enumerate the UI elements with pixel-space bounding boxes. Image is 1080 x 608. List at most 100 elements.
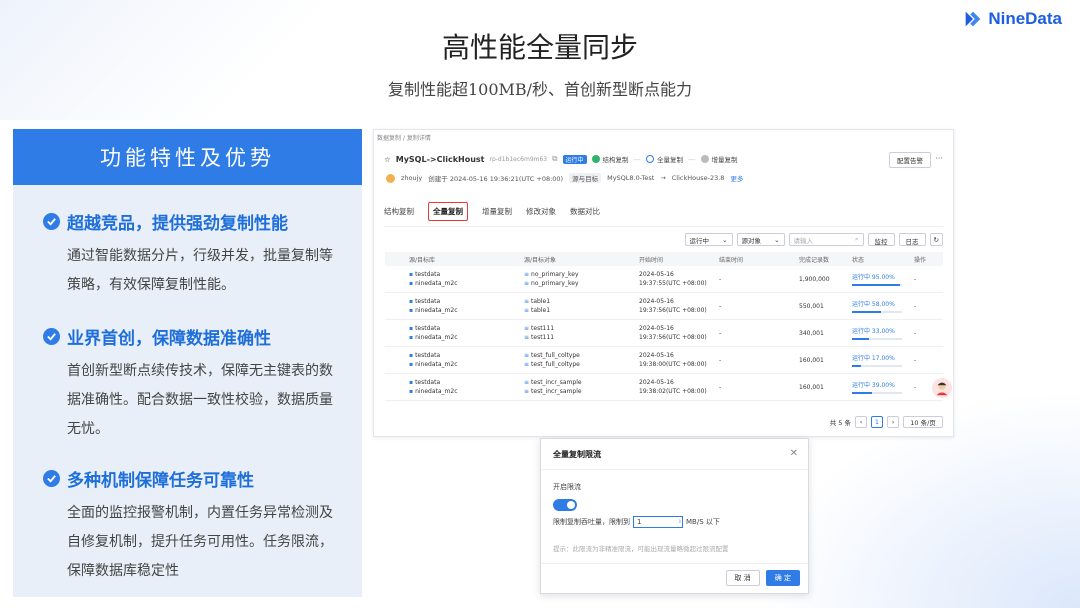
database-icon: ▪ — [409, 307, 414, 314]
table-icon: ≡ — [524, 280, 530, 287]
dialog-title: 全量复制限流 — [553, 450, 601, 459]
created-time: 创建于 2024-05-16 19:36:21(UTC +08:00) — [428, 175, 564, 183]
features-heading: 功能特性及优势 — [13, 129, 362, 185]
row-status: 运行中 95.00% — [852, 273, 895, 281]
status-select[interactable]: 运行中 ⌄ — [684, 233, 733, 246]
pending-step-icon — [700, 155, 709, 163]
search-icon: ⌕ — [854, 235, 859, 243]
progress-bar — [852, 337, 902, 340]
slide-title: 高性能全量同步 — [441, 31, 638, 64]
object-select[interactable]: 源对象 ⌄ — [736, 233, 785, 246]
row-action: - — [914, 275, 917, 283]
total-count: 共 5 条 — [829, 419, 851, 427]
star-icon[interactable]: ☆ — [384, 155, 391, 164]
progress-fill — [852, 364, 861, 367]
end-time: - — [719, 275, 722, 283]
arrow-right-icon: → — [660, 174, 666, 182]
stepper-icon[interactable]: ⇕ — [678, 519, 682, 525]
check-icon — [43, 213, 60, 230]
page-number[interactable]: 1 — [871, 416, 883, 428]
tab-full[interactable]: 全量复制 — [428, 202, 468, 221]
tab-data-compare[interactable]: 数据对比 — [570, 206, 600, 221]
page-size-select[interactable]: 10 条/页 — [903, 416, 943, 428]
table-row: ▪ testdata ▪ ninedata_m2c ≡ test_full_coltype… — [385, 347, 943, 374]
status-badge: 运行中 — [562, 154, 587, 164]
tab-bar: 结构复制 全量复制 增量复制 修改对象 数据对比 — [384, 202, 600, 221]
table-icon: ≡ — [524, 307, 530, 314]
database-icon: ▪ — [409, 298, 414, 305]
feature-title: 业界首创，保障数据准确性 — [67, 329, 271, 349]
chevron-down-icon: ⌄ — [722, 235, 728, 244]
step-incremental: 增量复制 — [700, 154, 738, 164]
more-icon[interactable]: ··· — [935, 154, 943, 163]
check-icon — [43, 328, 60, 345]
row-status: 运行中 17.00% — [852, 354, 895, 362]
copy-icon[interactable]: ⧉ — [552, 154, 557, 164]
row-action: - — [914, 329, 917, 337]
database-icon: ▪ — [409, 379, 414, 386]
step-structure: 结构复制 — [591, 154, 629, 164]
end-time: - — [719, 302, 722, 310]
avatar — [386, 173, 395, 183]
progress-bar — [852, 310, 902, 313]
confirm-button[interactable]: 确 定 — [765, 570, 800, 586]
database-icon: ▪ — [409, 271, 414, 278]
end-time: - — [719, 329, 722, 337]
row-status: 运行中 58.00% — [852, 300, 895, 308]
database-icon: ▪ — [409, 334, 414, 341]
throttle-toggle[interactable] — [553, 499, 577, 511]
progress-fill — [852, 337, 869, 340]
end-time: - — [719, 383, 722, 391]
feature-description: 通过智能数据分片，行级并发，批量复制等策略，有效保障复制性能。 — [67, 248, 333, 293]
tab-structure[interactable]: 结构复制 — [384, 206, 414, 221]
progress-table: 源/目标库 源/目标对象 开始时间 结束时间 完成记录数 状态 操作 ▪ test… — [385, 252, 943, 401]
table-icon: ≡ — [524, 271, 530, 278]
database-icon: ▪ — [409, 388, 414, 395]
chevron-down-icon: ⌄ — [774, 235, 780, 244]
dialog-actions: 取 消 确 定 — [725, 570, 800, 586]
monitor-button[interactable]: 监控 — [867, 233, 895, 246]
table-header: 源/目标库 源/目标对象 开始时间 结束时间 完成记录数 状态 操作 — [385, 252, 943, 266]
limit-prefix: 限制复制吞吐量，限制到 — [553, 518, 630, 526]
loading-icon — [646, 155, 655, 163]
config-alert-button[interactable]: 配置告警 — [889, 152, 931, 168]
progress-fill — [852, 391, 872, 394]
record-count: 160,001 — [799, 356, 824, 364]
table-icon: ≡ — [524, 388, 530, 395]
table-icon: ≡ — [524, 352, 530, 359]
source-db: MySQL8.0-Test — [607, 174, 655, 182]
tab-modify-objects[interactable]: 修改对象 — [526, 206, 556, 221]
check-circle-icon — [591, 155, 600, 163]
record-count: 1,900,000 — [799, 275, 830, 283]
log-button[interactable]: 日志 — [898, 233, 926, 246]
prev-page-button[interactable]: ‹ — [855, 416, 867, 428]
row-action: - — [914, 302, 917, 310]
more-link[interactable]: 更多 — [730, 173, 743, 183]
progress-bar — [852, 283, 902, 286]
task-meta: zhoujy 创建于 2024-05-16 19:36:21(UTC +08:0… — [386, 173, 743, 183]
table-icon: ≡ — [524, 325, 530, 332]
throttle-dialog: 全量复制限流 ✕ 开启限流 限制复制吞吐量，限制到 1 ⇕ MB/S 以下 提示：… — [540, 438, 809, 594]
limit-unit: MB/S 以下 — [686, 518, 720, 526]
tab-incremental[interactable]: 增量复制 — [482, 206, 512, 221]
table-row: ▪ testdata ▪ ninedata_m2c ≡ test111 ≡ test111 20… — [385, 320, 943, 347]
progress-bar — [852, 391, 902, 394]
row-action: - — [914, 356, 917, 364]
record-count: 340,001 — [799, 329, 824, 337]
row-status: 运行中 39.00% — [852, 381, 895, 389]
limit-input[interactable]: 1 ⇕ — [633, 516, 683, 528]
close-icon[interactable]: ✕ — [790, 448, 798, 459]
feature-description: 全面的监控报警机制，内置任务异常检测及自修复机制，提升任务可用性。任务限流，保障… — [67, 505, 333, 579]
task-header: ☆ MySQL->ClickHoust rp-d1b1ec6m9m63 ⧉ 运行… — [384, 154, 738, 164]
support-avatar-icon[interactable] — [932, 378, 952, 398]
row-status: 运行中 33.00% — [852, 327, 895, 335]
refresh-icon[interactable]: ↻ — [929, 233, 943, 246]
database-icon: ▪ — [409, 325, 414, 332]
step-full: 全量复制 — [646, 154, 683, 164]
breadcrumb: 数据复制 / 复制详情 — [377, 135, 431, 142]
enable-throttle-label: 开启限流 — [553, 483, 581, 491]
next-page-button[interactable]: › — [887, 416, 899, 428]
table-icon: ≡ — [524, 361, 530, 368]
search-input[interactable]: 请输入 ⌕ — [788, 233, 864, 246]
cancel-button[interactable]: 取 消 — [725, 570, 760, 586]
